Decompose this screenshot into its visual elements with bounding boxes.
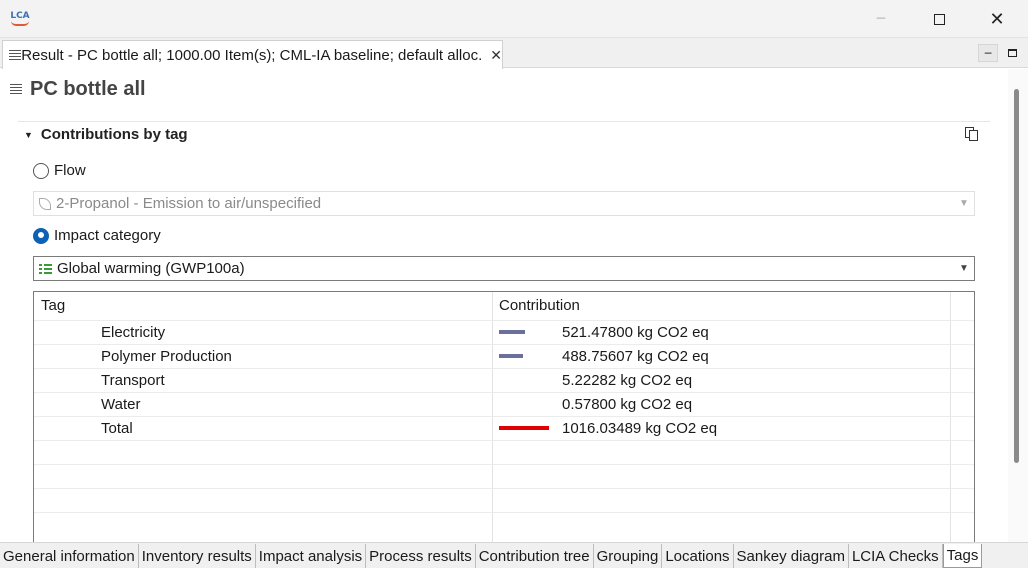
contribution-value: 5.22282 kg CO2 eq [562,372,693,389]
table-row[interactable] [34,440,974,464]
contribution-value: 488.75607 kg CO2 eq [562,348,709,365]
table-row[interactable] [34,512,974,536]
contribution-bar [499,426,549,430]
flow-radio-label: Flow [54,162,86,179]
window-maximize-button[interactable] [916,0,962,38]
tag-cell: Transport [101,372,165,389]
section-title: Contributions by tag [40,126,188,143]
tab-contribution-tree[interactable]: Contribution tree [476,544,594,568]
column-header-tag[interactable]: Tag [41,297,65,314]
flow-combo[interactable]: 2-Propanol - Emission to air/unspecified… [33,191,975,216]
close-icon: ✕ [989,8,1005,30]
impact-category-combo[interactable]: Global warming (GWP100a) ▼ [33,256,975,281]
page-title: PC bottle all [10,78,146,100]
impact-category-icon [39,263,52,275]
table-header: Tag Contribution [34,292,974,320]
window-minimize-button[interactable]: ─ [858,0,904,38]
maximize-icon [933,13,945,25]
vertical-scrollbar[interactable] [1008,69,1028,542]
flow-combo-value: 2-Propanol - Emission to air/unspecified [56,195,322,212]
collapse-icon[interactable]: ▼ [24,130,33,140]
app-logo: LCA [9,9,31,27]
tag-cell: Water [101,396,141,413]
contribution-value: 1016.03489 kg CO2 eq [562,420,718,437]
view-maximize-button[interactable] [1002,44,1022,62]
contribution-value: 521.47800 kg CO2 eq [562,324,709,341]
tag-cell: Polymer Production [101,348,232,365]
tab-general-information[interactable]: General information [0,544,139,568]
table-row[interactable]: Total 1016.03489 kg CO2 eq [34,416,974,440]
table-row[interactable]: Electricity 521.47800 kg CO2 eq [34,320,974,344]
minimize-icon: ─ [984,46,992,60]
window-close-button[interactable]: ✕ [974,0,1020,38]
flow-radio[interactable] [33,162,49,179]
tab-sankey-diagram[interactable]: Sankey diagram [734,544,849,568]
column-header-contribution[interactable]: Contribution [499,297,580,314]
tab-inventory-results[interactable]: Inventory results [139,544,256,568]
chevron-down-icon[interactable]: ▼ [954,257,974,280]
impact-radio-label: Impact category [54,227,161,244]
editor-page-tabs: General information Inventory results Impa… [0,542,1028,568]
tag-cell: Electricity [101,324,166,341]
table-row[interactable]: Transport 5.22282 kg CO2 eq [34,368,974,392]
contribution-bar [499,330,525,334]
tag-cell: Total [101,420,133,437]
tab-lcia-checks[interactable]: LCIA Checks [849,544,943,568]
tab-grouping[interactable]: Grouping [594,544,663,568]
scrollbar-thumb[interactable] [1014,89,1019,463]
contribution-bar [499,354,523,358]
window-titlebar: LCA ─ ✕ [0,0,1028,38]
impact-combo-value: Global warming (GWP100a) [57,260,245,277]
tab-locations[interactable]: Locations [662,544,734,568]
tab-close-icon[interactable]: ✕ [490,47,502,64]
tab-process-results[interactable]: Process results [366,544,476,568]
tab-tags[interactable]: Tags [942,544,983,568]
page-title-text: PC bottle all [30,77,146,100]
maximize-icon [1007,49,1017,57]
minimize-icon: ─ [876,11,886,27]
editor-content: PC bottle all ▼ Contributions by tag Flo… [0,69,1005,542]
app-logo-text: LCA [10,11,30,21]
result-icon [10,83,22,95]
impact-radio-option[interactable]: Impact category [33,227,161,244]
flow-icon [39,197,51,210]
contribution-value: 0.57800 kg CO2 eq [562,396,693,413]
editor-tabstrip: Result - PC bottle all; 1000.00 Item(s);… [0,38,1028,69]
app-logo-swoosh [11,21,29,26]
editor-tab-result[interactable]: Result - PC bottle all; 1000.00 Item(s);… [2,40,503,69]
table-row[interactable] [34,488,974,512]
impact-radio[interactable] [33,227,49,244]
table-row[interactable]: Polymer Production 488.75607 kg CO2 eq [34,344,974,368]
result-icon [9,49,21,61]
chevron-down-icon[interactable]: ▼ [954,192,974,215]
section-divider [18,121,990,122]
copy-icon[interactable] [965,127,979,142]
contributions-table: Tag Contribution Electricity 521.47800 kg… [33,291,975,542]
flow-radio-option[interactable]: Flow [33,162,86,179]
editor-tab-label: Result - PC bottle all; 1000.00 Item(s);… [21,46,483,64]
tab-impact-analysis[interactable]: Impact analysis [256,544,367,568]
view-minimize-button[interactable]: ─ [978,44,998,62]
table-row[interactable] [34,464,974,488]
section-header-contributions[interactable]: ▼ Contributions by tag [24,126,188,143]
table-row[interactable]: Water 0.57800 kg CO2 eq [34,392,974,416]
